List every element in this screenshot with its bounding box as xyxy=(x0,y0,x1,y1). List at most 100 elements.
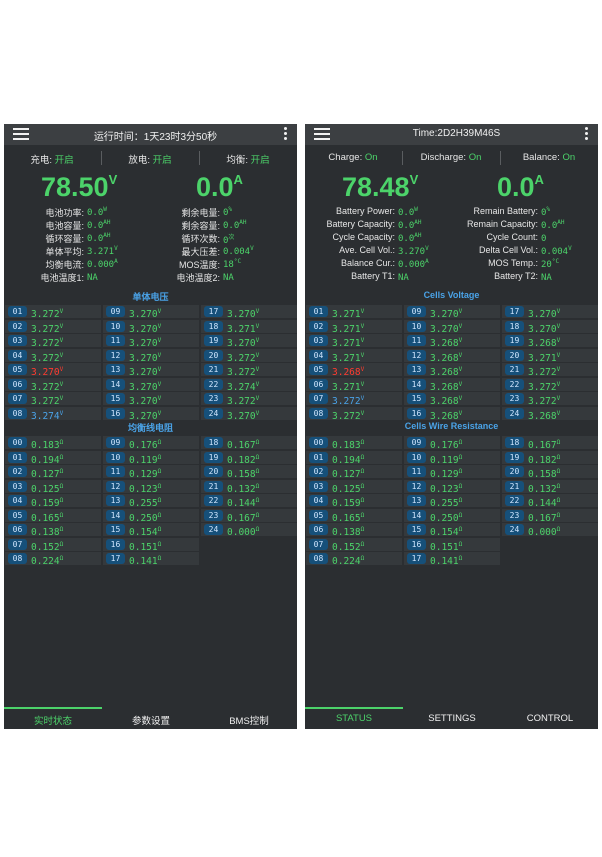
switch-status-1[interactable]: 放电: 开启 xyxy=(102,152,198,166)
nav-tab-2[interactable]: CONTROL xyxy=(501,713,598,724)
cell-index-badge: 12 xyxy=(407,480,426,492)
stat-label: Battery T2: xyxy=(494,271,538,281)
switch-label: Discharge: xyxy=(420,152,467,163)
cell-voltage-number: 3.272 xyxy=(31,381,60,393)
cell-index-badge: 05 xyxy=(8,509,27,521)
more-vertical-icon[interactable] xyxy=(284,127,288,142)
cell-voltage-item: 02 3.271V xyxy=(306,319,402,335)
nav-tab-0[interactable]: STATUS xyxy=(305,713,403,724)
wire-resistance-heading: Cells Wire Resistance xyxy=(404,421,499,431)
wire-resistance-unit: Ω xyxy=(458,468,463,475)
cell-voltage-number: 3.268 xyxy=(430,381,459,393)
divider xyxy=(500,151,501,165)
divider xyxy=(199,151,200,165)
wire-resistance-unit: Ω xyxy=(255,468,260,475)
pack-current-value: 0.0 xyxy=(196,172,234,202)
hamburger-icon[interactable] xyxy=(13,128,29,141)
cell-index-badge: 14 xyxy=(106,378,125,390)
cell-index-badge: 02 xyxy=(8,466,27,477)
wire-resistance-unit: Ω xyxy=(556,482,561,490)
cell-index-badge: 16 xyxy=(106,538,125,550)
cell-voltage-number: 3.270 xyxy=(129,410,158,422)
stat-unit: AH xyxy=(239,219,247,226)
cell-index-badge: 07 xyxy=(309,538,328,550)
wire-resistance-value: 0.141Ω xyxy=(129,552,161,568)
wire-resistance-item: 01 0.194Ω xyxy=(5,450,101,466)
wire-resistance-item: 20 0.158Ω xyxy=(502,465,598,481)
switch-status-0[interactable]: 充电: 开启 xyxy=(4,152,100,166)
stat-row: 最大压差: 0.004V xyxy=(4,245,297,258)
stat-value: 0.0AH xyxy=(541,219,565,231)
cell-index-badge: 10 xyxy=(106,320,125,332)
pack-current-unit: A xyxy=(233,172,243,187)
stat-label: MOS Temp.: xyxy=(488,258,538,268)
nav-tab-0[interactable]: 实时状态 xyxy=(4,713,102,727)
wire-resistance-number: 0.127 xyxy=(332,469,361,481)
cell-index-badge: 23 xyxy=(204,393,223,404)
cell-index-badge: 05 xyxy=(309,364,328,375)
bottom-navigation: 实时状态 参数设置 BMS控制 xyxy=(4,702,297,729)
cell-index-badge: 22 xyxy=(505,495,524,506)
nav-tab-1[interactable]: SETTINGS xyxy=(403,713,501,724)
cell-index-badge: 13 xyxy=(407,364,426,375)
wire-resistance-number: 0.141 xyxy=(129,556,158,568)
runtime-title: Time:2D2H39M46S xyxy=(412,128,501,139)
wire-resistance-unit: Ω xyxy=(157,511,162,519)
switch-value: 开启 xyxy=(152,155,172,166)
cell-voltage-unit: V xyxy=(255,409,260,417)
cell-index-badge: 22 xyxy=(505,378,524,390)
nav-tab-2[interactable]: BMS控制 xyxy=(200,713,297,727)
wire-resistance-unit: Ω xyxy=(360,555,365,562)
cell-index-badge: 08 xyxy=(309,553,328,564)
cell-voltage-item: 06 3.271V xyxy=(306,377,402,393)
nav-tab-1[interactable]: 参数设置 xyxy=(102,713,200,727)
switch-status-2[interactable]: Balance: On xyxy=(501,152,597,163)
cell-voltage-item: 01 3.272V xyxy=(5,305,101,321)
switch-status-0[interactable]: Charge: On xyxy=(305,152,401,163)
switch-label: 均衡: xyxy=(226,155,248,166)
cell-voltage-number: 3.272 xyxy=(31,309,60,321)
cell-voltage-item: 04 3.271V xyxy=(306,348,402,364)
cell-voltage-number: 3.270 xyxy=(227,309,256,321)
cell-voltage-number: 3.268 xyxy=(430,396,459,408)
cell-voltage-unit: V xyxy=(157,322,162,330)
stat-value: 0.004V xyxy=(223,245,254,257)
wire-resistance-item: 17 0.141Ω xyxy=(103,552,199,568)
cell-index-badge: 17 xyxy=(204,306,223,317)
switch-status-2[interactable]: 均衡: 开启 xyxy=(200,152,296,166)
cell-voltage-number: 3.271 xyxy=(332,338,361,350)
stat-row: Delta Cell Vol.: 0.004V xyxy=(305,245,598,258)
cell-voltage-number: 3.272 xyxy=(332,410,361,422)
cell-index-badge: 06 xyxy=(309,378,328,390)
top-app-bar: 运行时间：1天23时3分50秒 xyxy=(4,124,297,145)
cell-index-badge: 20 xyxy=(505,466,524,477)
wire-resistance-unit: Ω xyxy=(556,526,561,533)
more-vertical-icon[interactable] xyxy=(585,127,589,142)
wire-resistance-item: 22 0.144Ω xyxy=(201,494,297,509)
wire-resistance-number: 0.255 xyxy=(129,498,158,510)
cell-voltage-unit: V xyxy=(59,366,64,373)
cell-voltage-number: 3.272 xyxy=(31,396,60,408)
cell-index-badge: 09 xyxy=(106,437,125,448)
phone-screen-chinese: 运行时间：1天23时3分50秒 充电: 开启 放电: 开启 均衡: 开启 78.50V 0… xyxy=(4,124,297,729)
wire-resistance-number: 0.158 xyxy=(528,469,557,481)
cell-index-badge: 21 xyxy=(505,364,524,375)
cell-voltage-unit: V xyxy=(458,380,463,388)
cell-voltage-unit: V xyxy=(59,308,64,315)
wire-resistance-unit: Ω xyxy=(360,453,365,461)
wire-resistance-value: 0.141Ω xyxy=(430,552,462,568)
cell-voltage-unit: V xyxy=(360,308,365,315)
wire-resistance-number: 0.132 xyxy=(227,483,256,495)
cell-index-badge: 18 xyxy=(505,320,524,332)
cell-voltage-item: 15 3.268V xyxy=(404,392,500,408)
cell-voltage-unit: V xyxy=(360,409,365,417)
hamburger-icon[interactable] xyxy=(314,128,330,141)
wire-resistance-number: 0.000 xyxy=(528,527,557,539)
cell-index-badge: 07 xyxy=(8,393,27,404)
cell-voltage-item: 17 3.270V xyxy=(502,305,598,320)
cell-voltage-unit: V xyxy=(59,351,64,359)
cell-voltage-item: 16 3.268V xyxy=(404,406,500,422)
cell-voltage-item: 09 3.270V xyxy=(103,305,199,320)
cell-index-badge: 11 xyxy=(106,335,125,346)
switch-status-1[interactable]: Discharge: On xyxy=(403,152,499,163)
